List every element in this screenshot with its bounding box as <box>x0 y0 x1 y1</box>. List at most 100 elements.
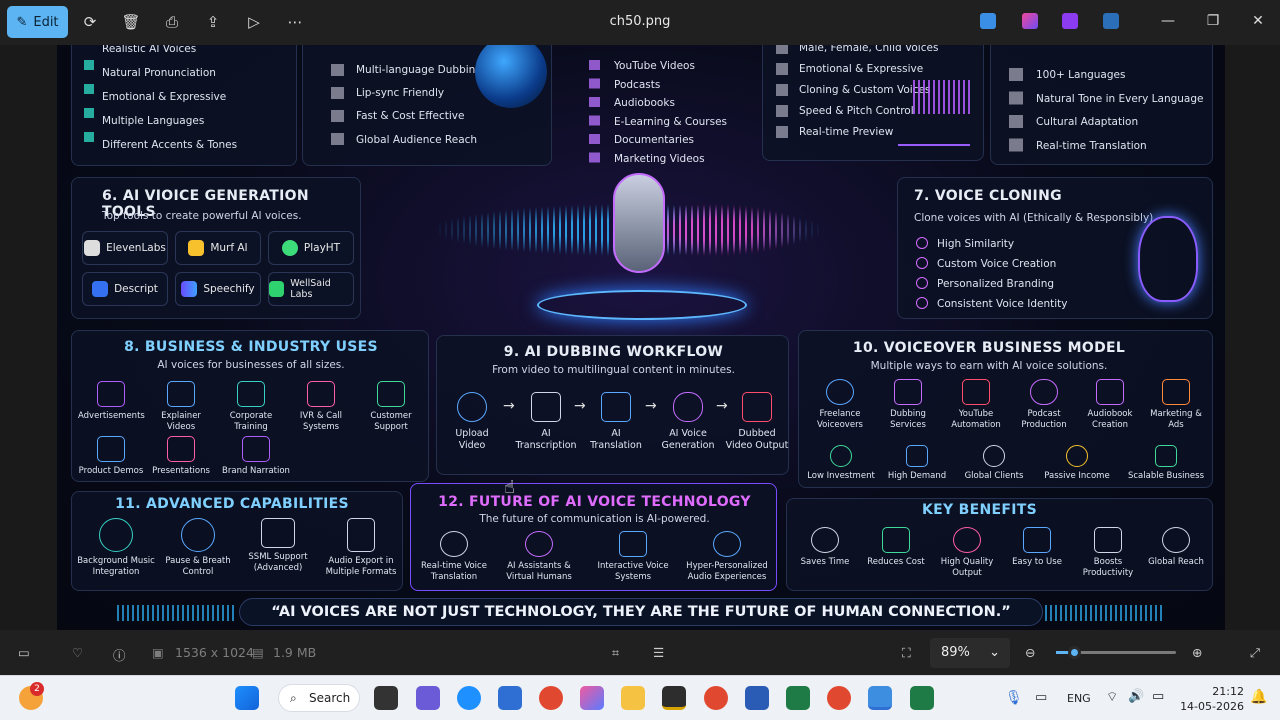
print-icon[interactable]: ⎙ <box>162 12 182 32</box>
zoom-out-icon[interactable]: ⊖ <box>1025 645 1035 660</box>
savings-icon <box>882 527 910 553</box>
book-icon <box>1096 379 1124 405</box>
arrow-icon: → <box>574 398 586 414</box>
filmstrip-icon[interactable]: ▭ <box>18 645 30 660</box>
headset-icon <box>377 381 405 407</box>
benefit-item: Reduces Cost <box>861 527 931 568</box>
sticky-app-icon[interactable] <box>662 686 686 710</box>
dubbing-title: 9. AI DUBBING WORKFLOW <box>503 344 724 360</box>
presentation-icon <box>167 436 195 462</box>
future-panel: 12. FUTURE OF AI VOICE TECHNOLOGY The fu… <box>410 483 777 591</box>
share-icon[interactable]: ⇪ <box>203 12 223 32</box>
search-box[interactable]: ⌕ Search <box>278 684 360 712</box>
list-item: Multiple Languages <box>102 115 205 127</box>
task-view-icon[interactable] <box>374 686 398 710</box>
chrome-icon[interactable] <box>539 686 563 710</box>
minimize-icon[interactable]: — <box>1158 11 1178 31</box>
chrome-alt-icon[interactable] <box>827 686 851 710</box>
list-item: Speed & Pitch Control <box>799 105 914 117</box>
zoom-slider[interactable] <box>1056 646 1176 659</box>
tool-wellsaid: WellSaid Labs <box>268 272 354 306</box>
waveform-decor <box>117 605 237 621</box>
zoom-slider-thumb[interactable] <box>1068 646 1081 659</box>
play-video-icon <box>742 392 772 422</box>
edit-button[interactable]: ✎ Edit <box>7 6 68 38</box>
start-icon[interactable] <box>235 686 259 710</box>
photos-icon[interactable] <box>868 686 892 710</box>
maximize-icon[interactable]: ❐ <box>1203 11 1223 31</box>
file-explorer-icon[interactable] <box>621 686 645 710</box>
list-item: Lip-sync Friendly <box>356 87 445 99</box>
teams-icon[interactable] <box>416 686 440 710</box>
marketing-icon <box>1162 379 1190 405</box>
pause-icon <box>181 518 215 552</box>
notification-bell-icon[interactable]: 🔔 <box>1250 689 1267 705</box>
battery-icon[interactable]: ▭ <box>1152 689 1164 704</box>
excel-icon[interactable] <box>786 686 810 710</box>
clock[interactable]: 21:12 14-05-2026 <box>1180 684 1244 714</box>
close-icon[interactable]: ✕ <box>1248 11 1268 31</box>
future-item: Interactive Voice Systems <box>593 531 673 583</box>
edge-icon[interactable] <box>457 686 481 710</box>
tool-murf: Murf AI <box>175 231 261 265</box>
file-size: 1.9 MB <box>273 645 317 660</box>
speechify-icon <box>181 281 198 297</box>
translate-icon <box>601 392 631 422</box>
crop-scan-icon[interactable]: ⌗ <box>612 645 619 661</box>
designer-icon[interactable] <box>980 13 996 29</box>
favorite-icon[interactable]: ♡ <box>72 645 83 660</box>
future-item: Hyper-Personalized Audio Experiences <box>681 531 773 583</box>
info-icon[interactable]: ⓘ <box>113 645 126 664</box>
excel-alt-icon[interactable] <box>910 686 934 710</box>
top-panel-5: 100+ Languages Natural Tone in Every Lan… <box>990 45 1213 165</box>
chrome-profile-icon[interactable] <box>704 686 728 710</box>
hand-click-icon <box>1023 527 1051 553</box>
user-icon <box>713 531 741 557</box>
fit-window-icon[interactable]: ⛶ <box>902 645 911 661</box>
zoom-in-icon[interactable]: ⊕ <box>1192 645 1202 660</box>
fullscreen-icon[interactable]: ⤢ <box>1250 645 1260 661</box>
image-dimensions: 1536 x 1024 <box>175 645 254 660</box>
robot-icon <box>525 531 553 557</box>
zoom-select[interactable]: 89% ⌄ <box>930 638 1010 668</box>
mic-tray-icon[interactable]: 🎙 <box>1005 690 1023 706</box>
youtube-icon <box>962 379 990 405</box>
store-icon[interactable] <box>498 686 522 710</box>
training-icon <box>237 381 265 407</box>
head-icon <box>1138 216 1198 302</box>
list-item: Consistent Voice Identity <box>916 297 1067 310</box>
wifi-icon[interactable]: ⌔ <box>1106 689 1118 705</box>
more-icon[interactable]: ⋯ <box>285 12 305 32</box>
clipchamp-icon[interactable] <box>1062 13 1078 29</box>
bullet-icons <box>589 60 600 165</box>
text-scan-icon[interactable]: ☰ <box>653 645 664 660</box>
language-indicator[interactable]: ENG <box>1067 692 1091 705</box>
list-item: Custom Voice Creation <box>916 257 1056 270</box>
rotate-icon[interactable]: ⟳ <box>80 12 100 32</box>
list-item: Cultural Adaptation <box>1036 116 1139 128</box>
copilot-icon[interactable] <box>580 686 604 710</box>
copilot-icon[interactable] <box>1022 13 1038 29</box>
cloning-subtitle: Clone voices with AI (Ethically & Respon… <box>914 212 1157 224</box>
rocket-icon <box>1094 527 1122 553</box>
model-item: Marketing & Ads <box>1143 379 1209 431</box>
onedrive-icon[interactable] <box>1103 13 1119 29</box>
list-item: Fast & Cost Effective <box>356 110 465 122</box>
list-item: High Similarity <box>916 237 1014 250</box>
tray-app-icon[interactable]: ▭ <box>1035 690 1047 705</box>
file-title: ch50.png <box>609 14 671 29</box>
volume-icon[interactable]: 🔊 <box>1128 689 1144 704</box>
mic-icon <box>673 392 703 422</box>
business-item: IVR & Call Systems <box>288 381 354 433</box>
future-subtitle: The future of communication is AI-powere… <box>479 513 710 525</box>
list-item: Realistic AI Voices <box>102 45 197 55</box>
word-icon[interactable] <box>745 686 769 710</box>
delete-icon[interactable]: 🗑 <box>121 12 141 32</box>
slideshow-icon[interactable]: ▷ <box>244 12 264 32</box>
globe-small-icon <box>983 445 1005 467</box>
list-item: YouTube Videos <box>614 60 695 72</box>
globe-icon <box>1162 527 1190 553</box>
bullet-icons <box>1009 68 1023 156</box>
list-item: Emotional & Expressive <box>799 63 924 75</box>
list-item: Emotional & Expressive <box>102 91 227 103</box>
